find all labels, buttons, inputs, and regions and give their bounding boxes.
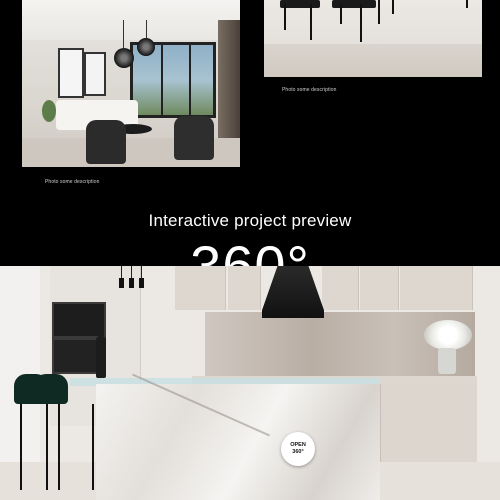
ceiling: [22, 0, 240, 40]
stool-leg: [92, 404, 94, 490]
upper-cabinet: [400, 266, 473, 310]
flower-bouquet: [424, 320, 472, 350]
wall-art: [58, 48, 84, 98]
pendant-light: [129, 278, 134, 288]
stool-seat: [332, 0, 376, 8]
photo-caption: Photo some description: [282, 87, 337, 93]
lower-cabinet: [380, 384, 477, 464]
stool-leg: [466, 0, 468, 8]
bar-stool: [34, 374, 68, 404]
stool-leg: [20, 404, 22, 490]
upper-cabinet: [322, 266, 359, 310]
pendant-lights: [118, 266, 148, 292]
wine-bottle: [96, 336, 106, 378]
stool-seat: [280, 0, 320, 8]
pendant-wire: [131, 266, 132, 278]
upper-cabinet: [360, 266, 399, 310]
marble-island: [96, 384, 380, 500]
open-360-degree-label: 360°: [292, 449, 304, 455]
stool-leg: [378, 0, 380, 24]
bar-stools: [270, 0, 468, 50]
pendant-wire: [121, 266, 122, 278]
photo-caption: Photo some description: [45, 179, 100, 185]
pendant-light: [139, 278, 144, 288]
kitchen-360-preview[interactable]: [0, 266, 500, 500]
oven: [52, 302, 106, 338]
open-360-label: OPEN: [290, 442, 306, 448]
plant: [42, 100, 56, 122]
stool-leg: [58, 404, 60, 490]
preview-heading: Interactive project preview: [148, 211, 352, 230]
pendant-lamp: [137, 38, 155, 56]
stool-leg: [340, 4, 342, 24]
open-360-button[interactable]: OPEN 360°: [281, 432, 315, 466]
pendant-wire: [123, 20, 124, 48]
upper-cabinet: [228, 266, 261, 310]
dining-photo[interactable]: [264, 0, 482, 77]
living-room-photo[interactable]: [22, 0, 240, 167]
armchair: [174, 116, 214, 160]
stool-leg: [310, 4, 312, 40]
pendant-wire: [141, 266, 142, 278]
wall-art: [84, 52, 106, 96]
stool-leg: [360, 4, 362, 42]
pendant-light: [119, 278, 124, 288]
pendant-wire: [146, 20, 147, 38]
pendant-lamp: [114, 48, 134, 68]
stool-leg: [284, 4, 286, 30]
stool-leg: [392, 0, 394, 14]
vase: [438, 348, 456, 374]
upper-cabinet: [175, 266, 226, 310]
stool-leg: [46, 404, 48, 490]
armchair: [86, 120, 126, 164]
